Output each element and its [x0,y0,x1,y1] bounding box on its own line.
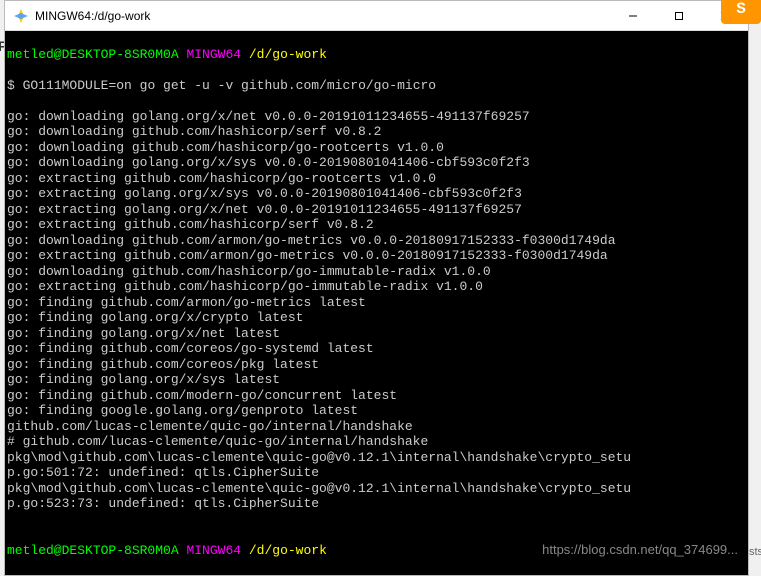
output-line: go: downloading golang.org/x/net v0.0.0-… [7,109,746,125]
output-line: go: extracting github.com/armon/go-metri… [7,248,746,264]
prompt-env: MINGW64 [186,47,241,62]
output-line: go: finding golang.org/x/sys latest [7,372,746,388]
output-line: go: extracting github.com/hashicorp/go-r… [7,171,746,187]
output-line: pkg\mod\github.com\lucas-clemente\quic-g… [7,450,746,466]
terminal-body[interactable]: metled@DESKTOP-8SR0M0A MINGW64 /d/go-wor… [5,31,748,575]
command-text: GO111MODULE=on go get -u -v github.com/m… [23,78,436,93]
output-line [7,512,746,528]
output-line: go: finding google.golang.org/genproto l… [7,403,746,419]
output-line: pkg\mod\github.com\lucas-clemente\quic-g… [7,481,746,497]
output-line: go: downloading github.com/hashicorp/ser… [7,124,746,140]
output-line: # github.com/lucas-clemente/quic-go/inte… [7,434,746,450]
terminal-output: go: downloading golang.org/x/net v0.0.0-… [7,109,746,528]
output-line: p.go:501:72: undefined: qtls.CipherSuite [7,465,746,481]
output-line: go: extracting github.com/hashicorp/go-i… [7,279,746,295]
output-line: go: extracting github.com/hashicorp/serf… [7,217,746,233]
output-line: go: downloading golang.org/x/sys v0.0.0-… [7,155,746,171]
output-line: p.go:523:73: undefined: qtls.CipherSuite [7,496,746,512]
output-line: go: finding github.com/coreos/pkg latest [7,357,746,373]
titlebar[interactable]: MINGW64:/d/go-work [5,1,748,31]
ime-badge-icon[interactable]: S [721,0,761,24]
output-line: go: finding github.com/coreos/go-systemd… [7,341,746,357]
output-line: go: downloading github.com/hashicorp/go-… [7,264,746,280]
output-line: go: finding github.com/modern-go/concurr… [7,388,746,404]
output-line: go: finding golang.org/x/crypto latest [7,310,746,326]
prompt-user-host: metled@DESKTOP-8SR0M0A [7,47,179,62]
prompt2-env: MINGW64 [186,543,241,558]
prompt-path: /d/go-work [249,47,327,62]
prompt2-symbol: $ [7,574,15,576]
output-line: go: downloading github.com/hashicorp/go-… [7,140,746,156]
output-line: go: extracting golang.org/x/sys v0.0.0-2… [7,186,746,202]
prompt2-user-host: metled@DESKTOP-8SR0M0A [7,543,179,558]
window-title: MINGW64:/d/go-work [35,9,610,23]
app-icon [13,8,29,24]
output-line: github.com/lucas-clemente/quic-go/intern… [7,419,746,435]
minimize-button[interactable] [610,1,656,30]
prompt-symbol: $ [7,78,15,93]
maximize-button[interactable] [656,1,702,30]
output-line: go: finding github.com/armon/go-metrics … [7,295,746,311]
output-line: go: downloading github.com/armon/go-metr… [7,233,746,249]
prompt2-path: /d/go-work [249,543,327,558]
output-line: go: extracting golang.org/x/net v0.0.0-2… [7,202,746,218]
ime-badge-label: S [736,0,746,18]
watermark-text: https://blog.csdn.net/qq_374699... [542,542,738,558]
output-line: go: finding golang.org/x/net latest [7,326,746,342]
terminal-window: MINGW64:/d/go-work metled@DESKTOP-8SR0M0… [4,0,749,576]
